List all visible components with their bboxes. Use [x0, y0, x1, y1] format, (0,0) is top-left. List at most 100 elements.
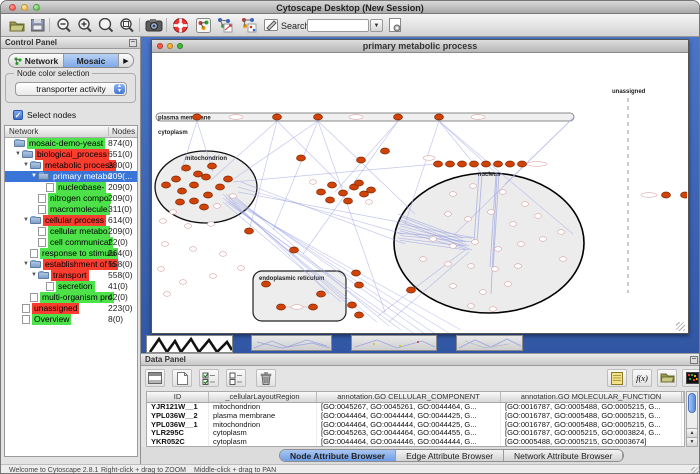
graph-node[interactable]: [297, 155, 306, 161]
import-attributes-icon[interactable]: [657, 369, 677, 387]
graph-label-node[interactable]: [214, 204, 221, 209]
graph-node[interactable]: [162, 182, 171, 188]
graph-label-node[interactable]: [208, 222, 215, 227]
graph-label-node[interactable]: [185, 224, 192, 229]
graph-label-node[interactable]: [210, 274, 217, 279]
graph-label-node[interactable]: [291, 305, 303, 310]
formula-icon[interactable]: f(x): [632, 369, 652, 387]
graph-node[interactable]: [339, 190, 348, 196]
graph-label-node[interactable]: [500, 190, 507, 195]
disclosure-triangle-icon[interactable]: ▼: [23, 215, 30, 226]
graph-node[interactable]: [190, 182, 199, 188]
background-window-fragment[interactable]: [351, 335, 437, 351]
tree-row[interactable]: ▼primary metabo209(...: [5, 171, 137, 182]
graph-node[interactable]: [344, 198, 353, 204]
graph-label-node[interactable]: [535, 214, 542, 219]
search-dropdown-arrow[interactable]: ▼: [370, 19, 383, 32]
graph-node[interactable]: [182, 165, 191, 171]
graph-label-node[interactable]: [505, 282, 512, 287]
zoom-fit-icon[interactable]: [96, 16, 115, 34]
float-panel-icon[interactable]: [690, 356, 698, 364]
unselect-all-attributes-icon[interactable]: [226, 369, 246, 387]
nucleus-region[interactable]: nucleus: [394, 172, 584, 313]
help-ring-icon[interactable]: [171, 16, 190, 34]
graph-node[interactable]: [506, 161, 515, 167]
tree-row[interactable]: ▼transport558(0): [5, 270, 137, 281]
graph-label-node[interactable]: [164, 292, 171, 297]
graph-node[interactable]: [326, 197, 335, 203]
tree-row[interactable]: ▼biological_process651(0): [5, 149, 137, 160]
graph-label-node[interactable]: [495, 247, 502, 252]
graph-node[interactable]: [200, 204, 209, 210]
graph-label-node[interactable]: [423, 156, 435, 161]
zoom-out-icon[interactable]: [54, 16, 73, 34]
search-input[interactable]: [307, 19, 369, 32]
table-row[interactable]: YPL036W__1mitochondrion[GO:0044464, GO:0…: [147, 421, 684, 430]
graph-label-node[interactable]: [220, 252, 227, 257]
graph-node[interactable]: [355, 282, 364, 288]
open-icon[interactable]: [7, 16, 26, 34]
graph-node[interactable]: [352, 270, 361, 276]
table-column-header[interactable]: _cellularLayoutRegion: [209, 392, 317, 402]
graph-node[interactable]: [470, 161, 479, 167]
graph-label-node[interactable]: [492, 267, 499, 272]
graph-label-node[interactable]: [518, 242, 525, 247]
float-panel-icon[interactable]: [129, 39, 137, 47]
table-column-header[interactable]: [682, 392, 684, 402]
graph-node[interactable]: [194, 171, 203, 177]
snapshot-camera-icon[interactable]: [144, 16, 163, 34]
graph-node[interactable]: [176, 199, 185, 205]
tree-row[interactable]: cell communicat22(0): [5, 237, 137, 248]
tree-row[interactable]: ▼metabolic process280(0): [5, 160, 137, 171]
table-column-header[interactable]: ID: [147, 392, 209, 402]
graph-label-node[interactable]: [540, 237, 547, 242]
graph-label-node[interactable]: [310, 180, 317, 185]
graph-label-node[interactable]: [468, 264, 475, 269]
graph-label-node[interactable]: [471, 115, 485, 120]
graph-label-node[interactable]: [366, 200, 373, 205]
graph-node[interactable]: [224, 176, 233, 182]
annotation-icon[interactable]: [262, 16, 281, 34]
plasma-membrane-region[interactable]: plasma membrane: [156, 113, 574, 122]
graph-label-node[interactable]: [510, 222, 517, 227]
tree-row[interactable]: ▼establishment of lo558(0): [5, 259, 137, 270]
graph-node[interactable]: [435, 114, 444, 120]
zoom-in-icon[interactable]: [75, 16, 94, 34]
tree-row[interactable]: ▼cellular process614(0): [5, 215, 137, 226]
tree-row[interactable]: Overview8(0): [5, 314, 137, 325]
vizmapper-icon[interactable]: [194, 16, 213, 34]
table-row[interactable]: YKR052Ccytoplasm[GO:0044464, GO:0044446,…: [147, 438, 684, 447]
tree-row[interactable]: secretion41(0): [5, 281, 137, 292]
graph-node[interactable]: [518, 161, 527, 167]
tab-network[interactable]: Network: [9, 54, 64, 67]
tree-row[interactable]: mosaic-demo-yeast874(0): [5, 138, 137, 149]
tree-column-nodes[interactable]: Nodes: [108, 127, 135, 136]
disclosure-triangle-icon[interactable]: ▼: [23, 160, 30, 171]
save-icon[interactable]: [28, 16, 47, 34]
graph-node[interactable]: [178, 188, 187, 194]
graph-node[interactable]: [348, 302, 357, 308]
graph-label-node[interactable]: [480, 290, 487, 295]
table-row[interactable]: YLR295Ccytoplasm[GO:0045263, GO:0044464,…: [147, 429, 684, 438]
view-resize-grip[interactable]: [676, 322, 685, 331]
table-row[interactable]: YJR121W__1mitochondrion[GO:0045267, GO:0…: [147, 403, 684, 412]
tree-row[interactable]: cellular metabo209(0): [5, 226, 137, 237]
graph-node[interactable]: [367, 187, 376, 193]
graph-node[interactable]: [458, 161, 467, 167]
matrix-icon[interactable]: [682, 369, 700, 387]
tree-row[interactable]: nitrogen compo209(0): [5, 193, 137, 204]
scroll-up-arrow[interactable]: ▲: [687, 428, 697, 437]
background-window-fragment[interactable]: [251, 335, 332, 351]
graph-label-node[interactable]: [527, 162, 547, 167]
table-scrollbar[interactable]: ▲ ▼: [686, 391, 698, 447]
graph-label-node[interactable]: [160, 219, 167, 224]
graph-node[interactable]: [193, 114, 202, 120]
select-nodes-checkbox[interactable]: ✓: [13, 110, 23, 120]
attribute-list-icon[interactable]: [145, 369, 165, 387]
tree-row[interactable]: multi-organism pro42(0): [5, 292, 137, 303]
graph-node[interactable]: [190, 198, 199, 204]
graph-label-node[interactable]: [450, 284, 457, 289]
tree-row[interactable]: macromolecule311(0): [5, 204, 137, 215]
graph-label-node[interactable]: [490, 307, 497, 312]
disclosure-triangle-icon[interactable]: ▼: [31, 270, 38, 281]
